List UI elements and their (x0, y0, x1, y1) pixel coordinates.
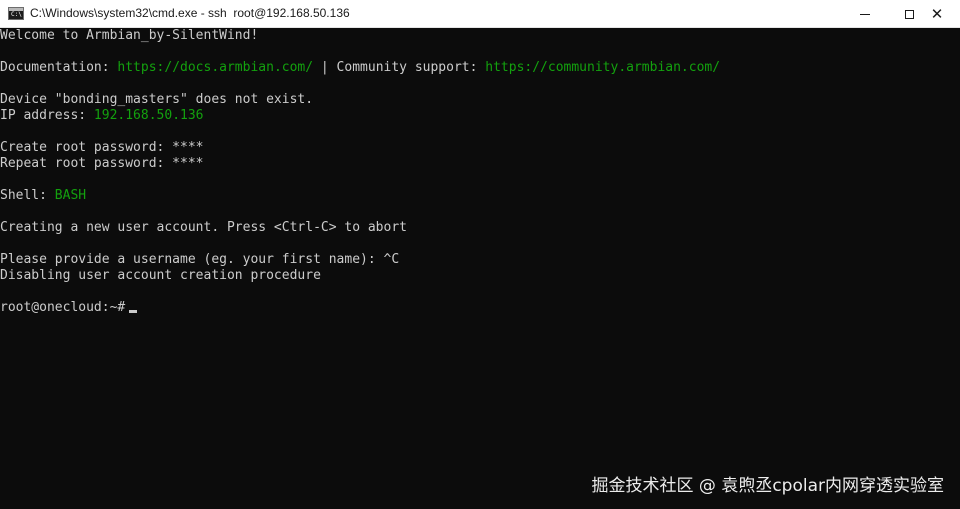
window-title: C:\Windows\system32\cmd.exe - ssh root@1… (30, 6, 350, 20)
community-url[interactable]: https://community.armbian.com/ (485, 60, 720, 75)
watermark: 掘金技术社区 @ 袁煦丞cpolar内网穿透实验室 (591, 476, 944, 496)
ip-label: IP address: (0, 108, 94, 123)
maximize-icon (904, 9, 914, 19)
close-icon: ✕ (930, 4, 944, 23)
shell-prompt: root@onecloud:~# (0, 300, 126, 315)
device-message: Device "bonding_masters" does not exist. (0, 92, 314, 107)
doc-url[interactable]: https://docs.armbian.com/ (117, 60, 313, 75)
shell-prompt-line[interactable]: root@onecloud:~# (0, 300, 960, 316)
title-bar[interactable]: C:\ C:\Windows\system32\cmd.exe - ssh ro… (0, 0, 960, 28)
minimize-icon (860, 13, 870, 15)
shell-value: BASH (54, 188, 87, 203)
shell-label: Shell: (0, 188, 55, 203)
doc-separator: | Community support: (313, 60, 486, 75)
cmd-icon: C:\ (8, 7, 24, 20)
shell-line: Shell: BASH (0, 188, 960, 204)
welcome-line: Welcome to Armbian_by-SilentWind! (0, 28, 259, 43)
minimize-button[interactable] (842, 0, 888, 28)
doc-label: Documentation: (0, 60, 118, 75)
ip-line: IP address: 192.168.50.136 (0, 108, 960, 124)
terminal-output[interactable]: Welcome to Armbian_by-SilentWind! Docume… (0, 28, 960, 509)
ip-value: 192.168.50.136 (93, 108, 204, 123)
cursor (129, 310, 138, 313)
documentation-line: Documentation: https://docs.armbian.com/… (0, 60, 960, 76)
creating-user-line: Creating a new user account. Press <Ctrl… (0, 220, 407, 235)
disabling-line: Disabling user account creation procedur… (0, 268, 321, 283)
username-prompt-line: Please provide a username (eg. your firs… (0, 252, 400, 267)
create-password-line: Create root password: **** (0, 140, 204, 155)
repeat-password-line: Repeat root password: **** (0, 156, 204, 171)
close-button[interactable]: ✕ (914, 0, 960, 28)
